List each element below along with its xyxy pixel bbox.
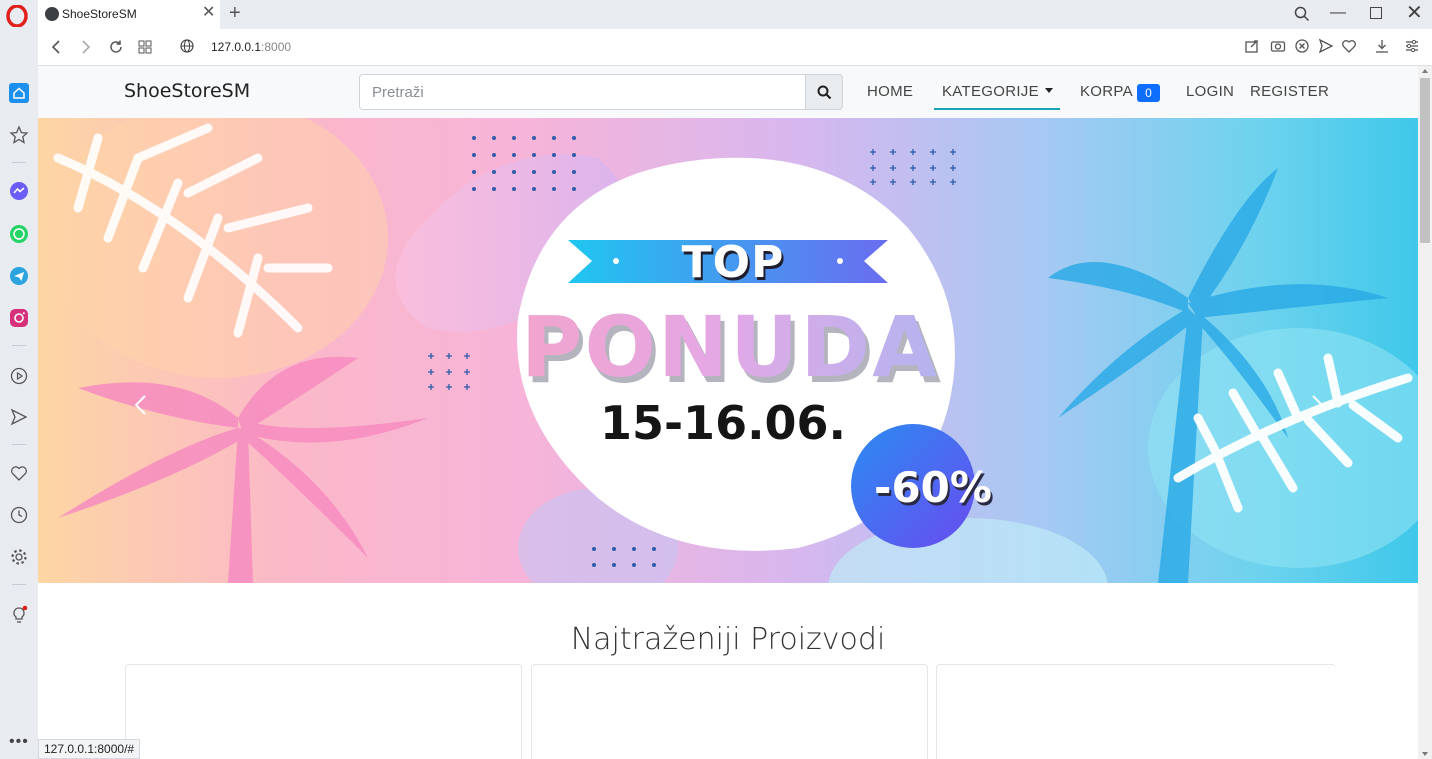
heart-icon[interactable] bbox=[1341, 38, 1357, 54]
product-card[interactable] bbox=[125, 664, 522, 759]
site-navbar: ShoeStoreSM HOME KATEGORIJE KORPA 0 LOGI… bbox=[38, 66, 1418, 118]
speed-dial-star-icon[interactable] bbox=[9, 125, 29, 145]
home-icon[interactable] bbox=[9, 83, 29, 103]
brand-logo[interactable]: ShoeStoreSM bbox=[124, 80, 250, 102]
easy-setup-icon[interactable] bbox=[1404, 38, 1420, 54]
scroll-up-icon[interactable] bbox=[1421, 68, 1429, 74]
sidebar-more-button[interactable]: ••• bbox=[9, 733, 29, 751]
hero-carousel: TOP PONUDA PONUDA 15-16.06. -60% bbox=[38, 118, 1418, 583]
new-tab-button[interactable]: + bbox=[229, 2, 241, 24]
close-window-button[interactable]: ✕ bbox=[1406, 2, 1423, 24]
sidebar-separator bbox=[12, 162, 26, 163]
site-info-globe-icon[interactable] bbox=[180, 39, 194, 53]
opera-logo-icon[interactable] bbox=[6, 5, 28, 27]
tab-search-icon[interactable] bbox=[1294, 6, 1310, 22]
nav-cart[interactable]: KORPA bbox=[1080, 83, 1133, 100]
telegram-icon[interactable] bbox=[9, 266, 29, 286]
sidebar-separator bbox=[12, 444, 26, 445]
settings-gear-icon[interactable] bbox=[9, 547, 29, 567]
search-button[interactable] bbox=[805, 74, 843, 110]
bookmarks-heart-icon[interactable] bbox=[9, 463, 29, 483]
nav-login[interactable]: LOGIN bbox=[1186, 83, 1234, 100]
nav-register[interactable]: REGISTER bbox=[1250, 83, 1329, 100]
messenger-icon[interactable] bbox=[9, 181, 29, 201]
cart-count-badge: 0 bbox=[1137, 84, 1160, 102]
url-field[interactable]: 127.0.0.1:8000 bbox=[211, 40, 291, 54]
web-page: ShoeStoreSM HOME KATEGORIJE KORPA 0 LOGI… bbox=[38, 66, 1418, 759]
scrollbar-thumb[interactable] bbox=[1420, 78, 1430, 243]
tabs-grid-icon[interactable] bbox=[138, 40, 152, 54]
adblock-icon[interactable] bbox=[1294, 38, 1310, 54]
flow-send-icon[interactable] bbox=[9, 407, 29, 427]
restore-button[interactable] bbox=[1370, 7, 1382, 19]
instagram-icon[interactable] bbox=[9, 308, 29, 328]
player-icon[interactable] bbox=[9, 366, 29, 386]
forward-icon[interactable] bbox=[80, 40, 92, 54]
reload-icon[interactable] bbox=[108, 39, 124, 55]
share-icon[interactable] bbox=[1244, 38, 1260, 54]
tips-lightbulb-icon[interactable] bbox=[9, 605, 29, 625]
section-title: Najtraženiji Proizvodi bbox=[570, 622, 886, 657]
back-icon[interactable] bbox=[50, 40, 62, 54]
sidebar-separator bbox=[12, 584, 26, 585]
tab-close-icon[interactable]: ✕ bbox=[202, 5, 215, 21]
tab-title: ShoeStoreSM bbox=[62, 7, 137, 21]
snapshot-camera-icon[interactable] bbox=[1270, 38, 1286, 54]
carousel-next-icon[interactable] bbox=[1306, 394, 1328, 416]
carousel-prev-icon[interactable] bbox=[130, 394, 152, 416]
banner-discount: -60% bbox=[874, 463, 992, 512]
minimize-button[interactable]: — bbox=[1330, 4, 1346, 22]
caret-down-icon bbox=[1045, 88, 1053, 93]
banner-ribbon-text: TOP bbox=[681, 237, 785, 288]
whatsapp-icon[interactable] bbox=[9, 224, 29, 244]
banner-date: 15-16.06. bbox=[599, 396, 847, 450]
scroll-down-icon[interactable] bbox=[1421, 751, 1429, 757]
download-icon[interactable] bbox=[1374, 38, 1390, 54]
url-host: 127.0.0.1 bbox=[211, 40, 262, 54]
product-card[interactable] bbox=[531, 664, 928, 759]
banner-title: PONUDA bbox=[460, 298, 1000, 396]
send-icon[interactable] bbox=[1318, 38, 1334, 54]
status-url-bar: 127.0.0.1:8000/# bbox=[38, 739, 141, 759]
nav-categories-label: KATEGORIJE bbox=[942, 83, 1039, 100]
search-icon bbox=[817, 85, 832, 100]
product-card[interactable] bbox=[936, 664, 1336, 759]
url-port: :8000 bbox=[261, 40, 292, 54]
search-input[interactable] bbox=[359, 74, 806, 110]
sidebar-separator bbox=[12, 345, 26, 346]
nav-home[interactable]: HOME bbox=[867, 83, 913, 100]
globe-icon bbox=[45, 7, 59, 21]
history-clock-icon[interactable] bbox=[9, 505, 29, 525]
